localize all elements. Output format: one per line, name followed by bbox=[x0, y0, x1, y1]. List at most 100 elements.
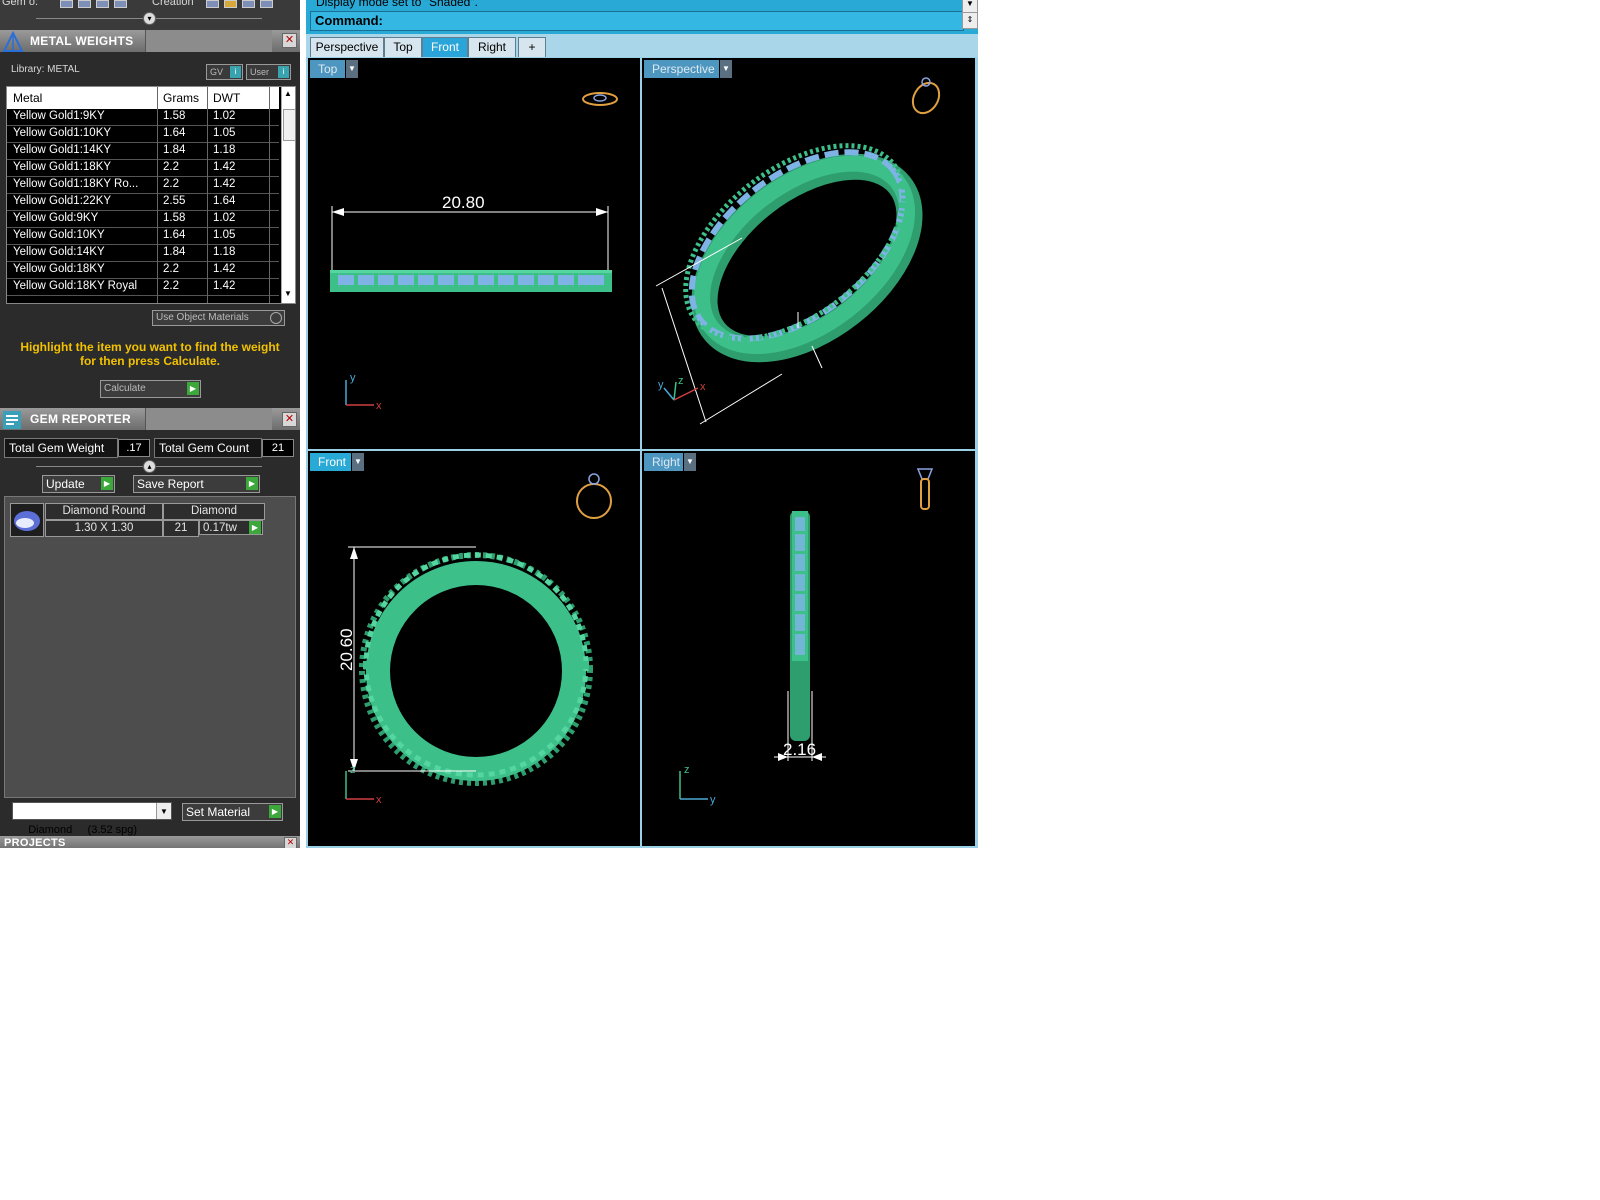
diamond-round-icon bbox=[14, 511, 40, 531]
command-area: Display mode set to "Shaded". Command: ▼… bbox=[306, 0, 978, 34]
table-row[interactable]: Yellow Gold:10KY 1.64 1.05 bbox=[7, 228, 279, 245]
close-icon[interactable]: ✕ bbox=[282, 33, 297, 48]
toolbar-button[interactable] bbox=[206, 0, 219, 8]
dwt-cell: 1.18 bbox=[213, 144, 236, 156]
gem-reporter-icon bbox=[3, 411, 21, 429]
toolbar-button[interactable] bbox=[60, 0, 73, 8]
toolbar-button[interactable] bbox=[242, 0, 255, 8]
grams-cell: 2.2 bbox=[163, 178, 179, 190]
column-divider bbox=[157, 87, 158, 303]
metal-cell: Yellow Gold1:10KY bbox=[13, 127, 112, 139]
use-object-materials-toggle[interactable]: Use Object Materials bbox=[152, 310, 285, 326]
viewport-top[interactable]: Top ▼ 20.80 y x bbox=[308, 58, 640, 449]
metal-table-scrollbar[interactable]: ▲ ▼ bbox=[281, 87, 295, 303]
dwt-cell: 1.05 bbox=[213, 229, 236, 241]
table-row[interactable]: Yellow Gold:14KY 1.84 1.18 bbox=[7, 245, 279, 262]
grams-cell: 2.55 bbox=[163, 195, 186, 207]
close-icon[interactable]: ✕ bbox=[284, 837, 297, 848]
gem-reporter-title: GEM REPORTER bbox=[30, 412, 131, 426]
tab-top[interactable]: Top bbox=[384, 37, 422, 58]
gv-toggle[interactable]: GV i bbox=[206, 64, 243, 80]
top-toolbar-strip: Gem o: Creation ▾ bbox=[0, 0, 300, 30]
front-view-drawing: 20.60 z x bbox=[337, 473, 612, 806]
gem-thumbnail[interactable] bbox=[10, 503, 44, 537]
tab-front[interactable]: Front bbox=[422, 37, 468, 58]
grams-cell: 1.84 bbox=[163, 144, 186, 156]
play-icon: ▶ bbox=[187, 382, 199, 395]
viewport-tabs: Perspective Top Front Right + bbox=[306, 34, 978, 58]
table-row[interactable]: Yellow Gold:18KY Royal 2.2 1.42 bbox=[7, 279, 279, 296]
right-dimension: 2.16 bbox=[783, 740, 816, 759]
viewport-front[interactable]: Front ▼ 20.60 z x bbox=[308, 451, 640, 846]
play-icon: ▶ bbox=[101, 477, 113, 490]
user-toggle[interactable]: User i bbox=[246, 64, 291, 80]
toolbar-button[interactable] bbox=[96, 0, 109, 8]
axis-z-label: z bbox=[684, 764, 690, 776]
total-gem-count-label: Total Gem Count bbox=[154, 438, 262, 458]
collapse-handle[interactable]: ▴ bbox=[143, 460, 156, 473]
axis-y-label: y bbox=[658, 379, 664, 391]
column-header-metal[interactable]: Metal bbox=[13, 91, 42, 105]
add-tab-icon[interactable]: + bbox=[518, 37, 546, 58]
save-report-button[interactable]: Save Report ▶ bbox=[133, 475, 260, 493]
table-row[interactable]: Yellow Gold1:9KY 1.58 1.02 bbox=[7, 109, 279, 126]
viewport-grid: Top ▼ 20.80 y x Perspective ▼ y z x Fron… bbox=[306, 57, 978, 848]
axis-y-label: y bbox=[350, 372, 356, 384]
material-select[interactable]: Diamond (3.52 spg) ▼ bbox=[12, 802, 172, 836]
metal-cell: Yellow Gold1:14KY bbox=[13, 144, 112, 156]
grams-cell: 1.58 bbox=[163, 212, 186, 224]
toolbar-button[interactable] bbox=[78, 0, 91, 8]
header-tab-fill bbox=[145, 30, 272, 52]
scroll-up-icon[interactable]: ▲ bbox=[284, 89, 292, 98]
gem-weight-cell[interactable]: 0.17tw ▶ bbox=[199, 520, 263, 535]
axis-x-label: x bbox=[376, 794, 382, 806]
scroll-down-icon[interactable]: ▼ bbox=[284, 289, 292, 298]
metal-cell: Yellow Gold1:9KY bbox=[13, 110, 105, 122]
metal-cell: Yellow Gold1:18KY bbox=[13, 161, 112, 173]
command-line[interactable]: Command: bbox=[310, 11, 964, 31]
library-label: Library: METAL bbox=[11, 64, 80, 75]
column-header-grams[interactable]: Grams bbox=[163, 91, 199, 105]
grams-cell: 2.2 bbox=[163, 263, 179, 275]
grams-cell: 1.58 bbox=[163, 110, 186, 122]
column-header-dwt[interactable]: DWT bbox=[213, 91, 240, 105]
dwt-cell: 1.42 bbox=[213, 178, 236, 190]
dwt-cell: 1.18 bbox=[213, 246, 236, 258]
tab-right[interactable]: Right bbox=[468, 37, 516, 58]
viewport-right[interactable]: Right ▼ 2.16 z y bbox=[642, 451, 975, 846]
close-icon[interactable]: ✕ bbox=[282, 412, 297, 427]
scrollbar-thumb[interactable] bbox=[283, 109, 295, 141]
table-row[interactable]: Yellow Gold:9KY 1.58 1.02 bbox=[7, 211, 279, 228]
gem-reporter-header: GEM REPORTER ✕ bbox=[0, 408, 300, 430]
table-row[interactable]: Yellow Gold1:14KY 1.84 1.18 bbox=[7, 143, 279, 160]
collapse-handle[interactable]: ▾ bbox=[143, 12, 156, 25]
gem-toolbar-label: Gem o: bbox=[2, 0, 39, 8]
dwt-cell: 1.02 bbox=[213, 110, 236, 122]
table-row[interactable]: Yellow Gold1:18KY 2.2 1.42 bbox=[7, 160, 279, 177]
set-material-button[interactable]: Set Material ▶ bbox=[182, 803, 283, 821]
tab-perspective[interactable]: Perspective bbox=[310, 37, 384, 58]
table-row[interactable]: Yellow Gold:18KY 2.2 1.42 bbox=[7, 262, 279, 279]
scroll-spinner-icon[interactable]: ⇕ bbox=[962, 12, 978, 29]
viewport-perspective[interactable]: Perspective ▼ y z x bbox=[642, 58, 975, 449]
table-row[interactable]: Yellow Gold1:18KY Ro... 2.2 1.42 bbox=[7, 177, 279, 194]
table-row[interactable]: Yellow Gold1:22KY 2.55 1.64 bbox=[7, 194, 279, 211]
calculate-button[interactable]: Calculate ▶ bbox=[100, 380, 201, 398]
top-dimension: 20.80 bbox=[442, 193, 485, 212]
perspective-view-drawing: y z x bbox=[655, 77, 941, 425]
command-history: Display mode set to "Shaded". bbox=[316, 0, 478, 9]
metal-cell: Yellow Gold:10KY bbox=[13, 229, 105, 241]
dwt-cell: 1.05 bbox=[213, 127, 236, 139]
toolbar-button[interactable] bbox=[114, 0, 127, 8]
table-row[interactable]: Yellow Gold1:10KY 1.64 1.05 bbox=[7, 126, 279, 143]
grams-cell: 1.64 bbox=[163, 229, 186, 241]
metal-cell: Yellow Gold:18KY Royal bbox=[13, 280, 138, 292]
gem-shape-cell: Diamond Round bbox=[45, 503, 163, 520]
left-panel: Gem o: Creation ▾ METAL WEIGHTS ✕ Librar… bbox=[0, 0, 300, 848]
update-button[interactable]: Update ▶ bbox=[42, 475, 115, 493]
toolbar-button[interactable] bbox=[260, 0, 273, 8]
toolbar-button[interactable] bbox=[224, 0, 237, 8]
axis-z-label: z bbox=[678, 375, 684, 387]
metal-table[interactable]: Metal Grams DWT Yellow Gold1:9KY 1.58 1.02… bbox=[6, 86, 296, 304]
metal-cell: Yellow Gold:18KY bbox=[13, 263, 105, 275]
